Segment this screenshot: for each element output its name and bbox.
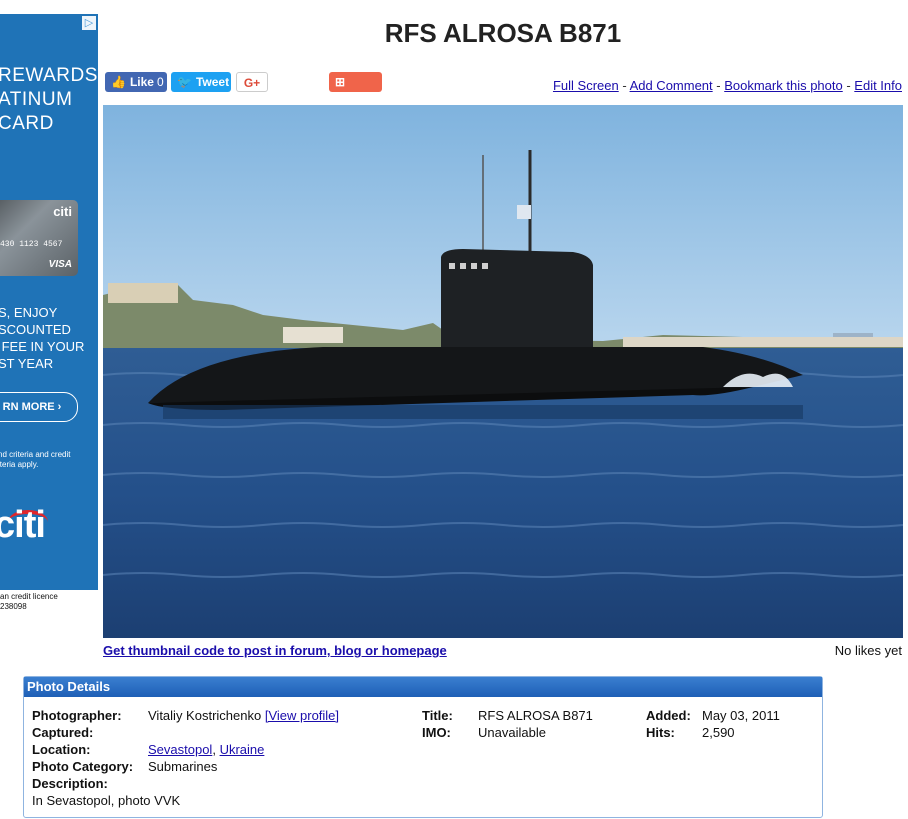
ad-footer: an credit licence 238098 <box>0 590 98 614</box>
location-label: Location: <box>32 742 91 757</box>
thumbnail-code-link[interactable]: Get thumbnail code to post in forum, blo… <box>103 643 447 658</box>
added-label: Added: <box>646 708 691 723</box>
view-profile-link[interactable]: [View profile] <box>265 708 339 723</box>
link-separator: - <box>618 78 630 93</box>
ad-logo: citi <box>0 504 46 546</box>
tweet-label: Tweet <box>195 75 230 89</box>
captured-label: Captured: <box>32 725 94 740</box>
link-separator: - <box>842 78 855 93</box>
ad-learn-more-button[interactable]: RN MORE › <box>0 392 78 422</box>
adchoices-icon[interactable]: ▷ <box>82 16 96 30</box>
credit-card-image: citi 430 1123 4567 VISA <box>0 200 78 276</box>
facebook-like-button[interactable]: 👍 Like 0 <box>105 72 167 92</box>
photographer-name: Vitaliy Kostrichenko <box>148 708 262 723</box>
imo-label: IMO: <box>422 725 451 740</box>
title-value: RFS ALROSA B871 <box>478 708 593 723</box>
full-screen-link[interactable]: Full Screen <box>553 78 619 93</box>
title-row: Title: <box>422 707 453 724</box>
ad-cta-label: RN MORE <box>2 401 55 413</box>
location-value-row: Sevastopol, Ukraine <box>148 742 265 757</box>
likes-count: No likes yet <box>834 643 902 658</box>
ad-headline: REWARDS ATINUM CARD <box>0 65 98 134</box>
add-comment-link[interactable]: Add Comment <box>630 78 713 93</box>
location-country-link[interactable]: Ukraine <box>220 742 265 757</box>
ad-offer-text: S, ENJOY SCOUNTED FEE IN YOUR ST YEAR <box>0 305 85 371</box>
card-number: 430 1123 4567 <box>0 240 63 249</box>
share-button[interactable]: ⊞Share <box>329 72 382 109</box>
facebook-like-label: Like <box>129 75 154 89</box>
link-separator: - <box>712 78 725 93</box>
google-plus-button[interactable]: G+ <box>236 72 268 92</box>
photo-details-header: Photo Details <box>24 677 822 697</box>
location-row: Location: <box>32 741 91 758</box>
card-network: VISA <box>48 259 72 270</box>
category-value: Submarines <box>148 759 218 774</box>
edit-info-link[interactable]: Edit Info <box>854 78 902 93</box>
photographer-row: Photographer: <box>32 707 122 724</box>
bookmark-photo-link[interactable]: Bookmark this photo <box>724 78 843 93</box>
submarine-photo[interactable] <box>103 105 903 638</box>
added-value: May 03, 2011 <box>702 708 780 723</box>
thumbs-up-icon: 👍 <box>111 75 126 89</box>
category-label: Photo Category: <box>32 759 134 774</box>
facebook-like-count: 0 <box>156 75 164 89</box>
hits-row: Hits: <box>646 724 675 741</box>
photographer-label: Photographer: <box>32 708 122 723</box>
page-title: RFS ALROSA B871 <box>384 18 622 48</box>
advertisement-banner[interactable]: ▷ REWARDS ATINUM CARD citi 430 1123 4567… <box>0 14 98 614</box>
description-label: Description: <box>32 776 108 791</box>
description-value: In Sevastopol, photo VVK <box>32 793 181 808</box>
ad-fine-print: nd criteria and credit iteria apply. <box>0 450 71 469</box>
card-brand: citi <box>53 204 72 219</box>
captured-row: Captured: <box>32 724 93 741</box>
hits-value: 2,590 <box>702 725 735 740</box>
photo-actions-links: Full Screen - Add Comment - Bookmark thi… <box>553 78 902 93</box>
description-row: Description: <box>32 775 108 792</box>
twitter-bird-icon: 🐦 <box>177 75 192 89</box>
photographer-value-row: Vitaliy Kostrichenko [View profile] <box>148 707 339 724</box>
title-label: Title: <box>422 708 453 723</box>
tweet-button[interactable]: 🐦 Tweet <box>171 72 231 92</box>
location-city-link[interactable]: Sevastopol <box>148 742 212 757</box>
category-row: Photo Category: <box>32 758 133 775</box>
hits-label: Hits: <box>646 725 675 740</box>
imo-value: Unavailable <box>478 725 546 740</box>
imo-row: IMO: <box>422 724 451 741</box>
photo-details-panel: Photo Details Photographer: Vitaliy Kost… <box>23 676 823 818</box>
added-row: Added: <box>646 707 691 724</box>
plus-box-icon: ⊞ <box>335 75 346 89</box>
submarine-photo-drawing <box>103 105 903 638</box>
